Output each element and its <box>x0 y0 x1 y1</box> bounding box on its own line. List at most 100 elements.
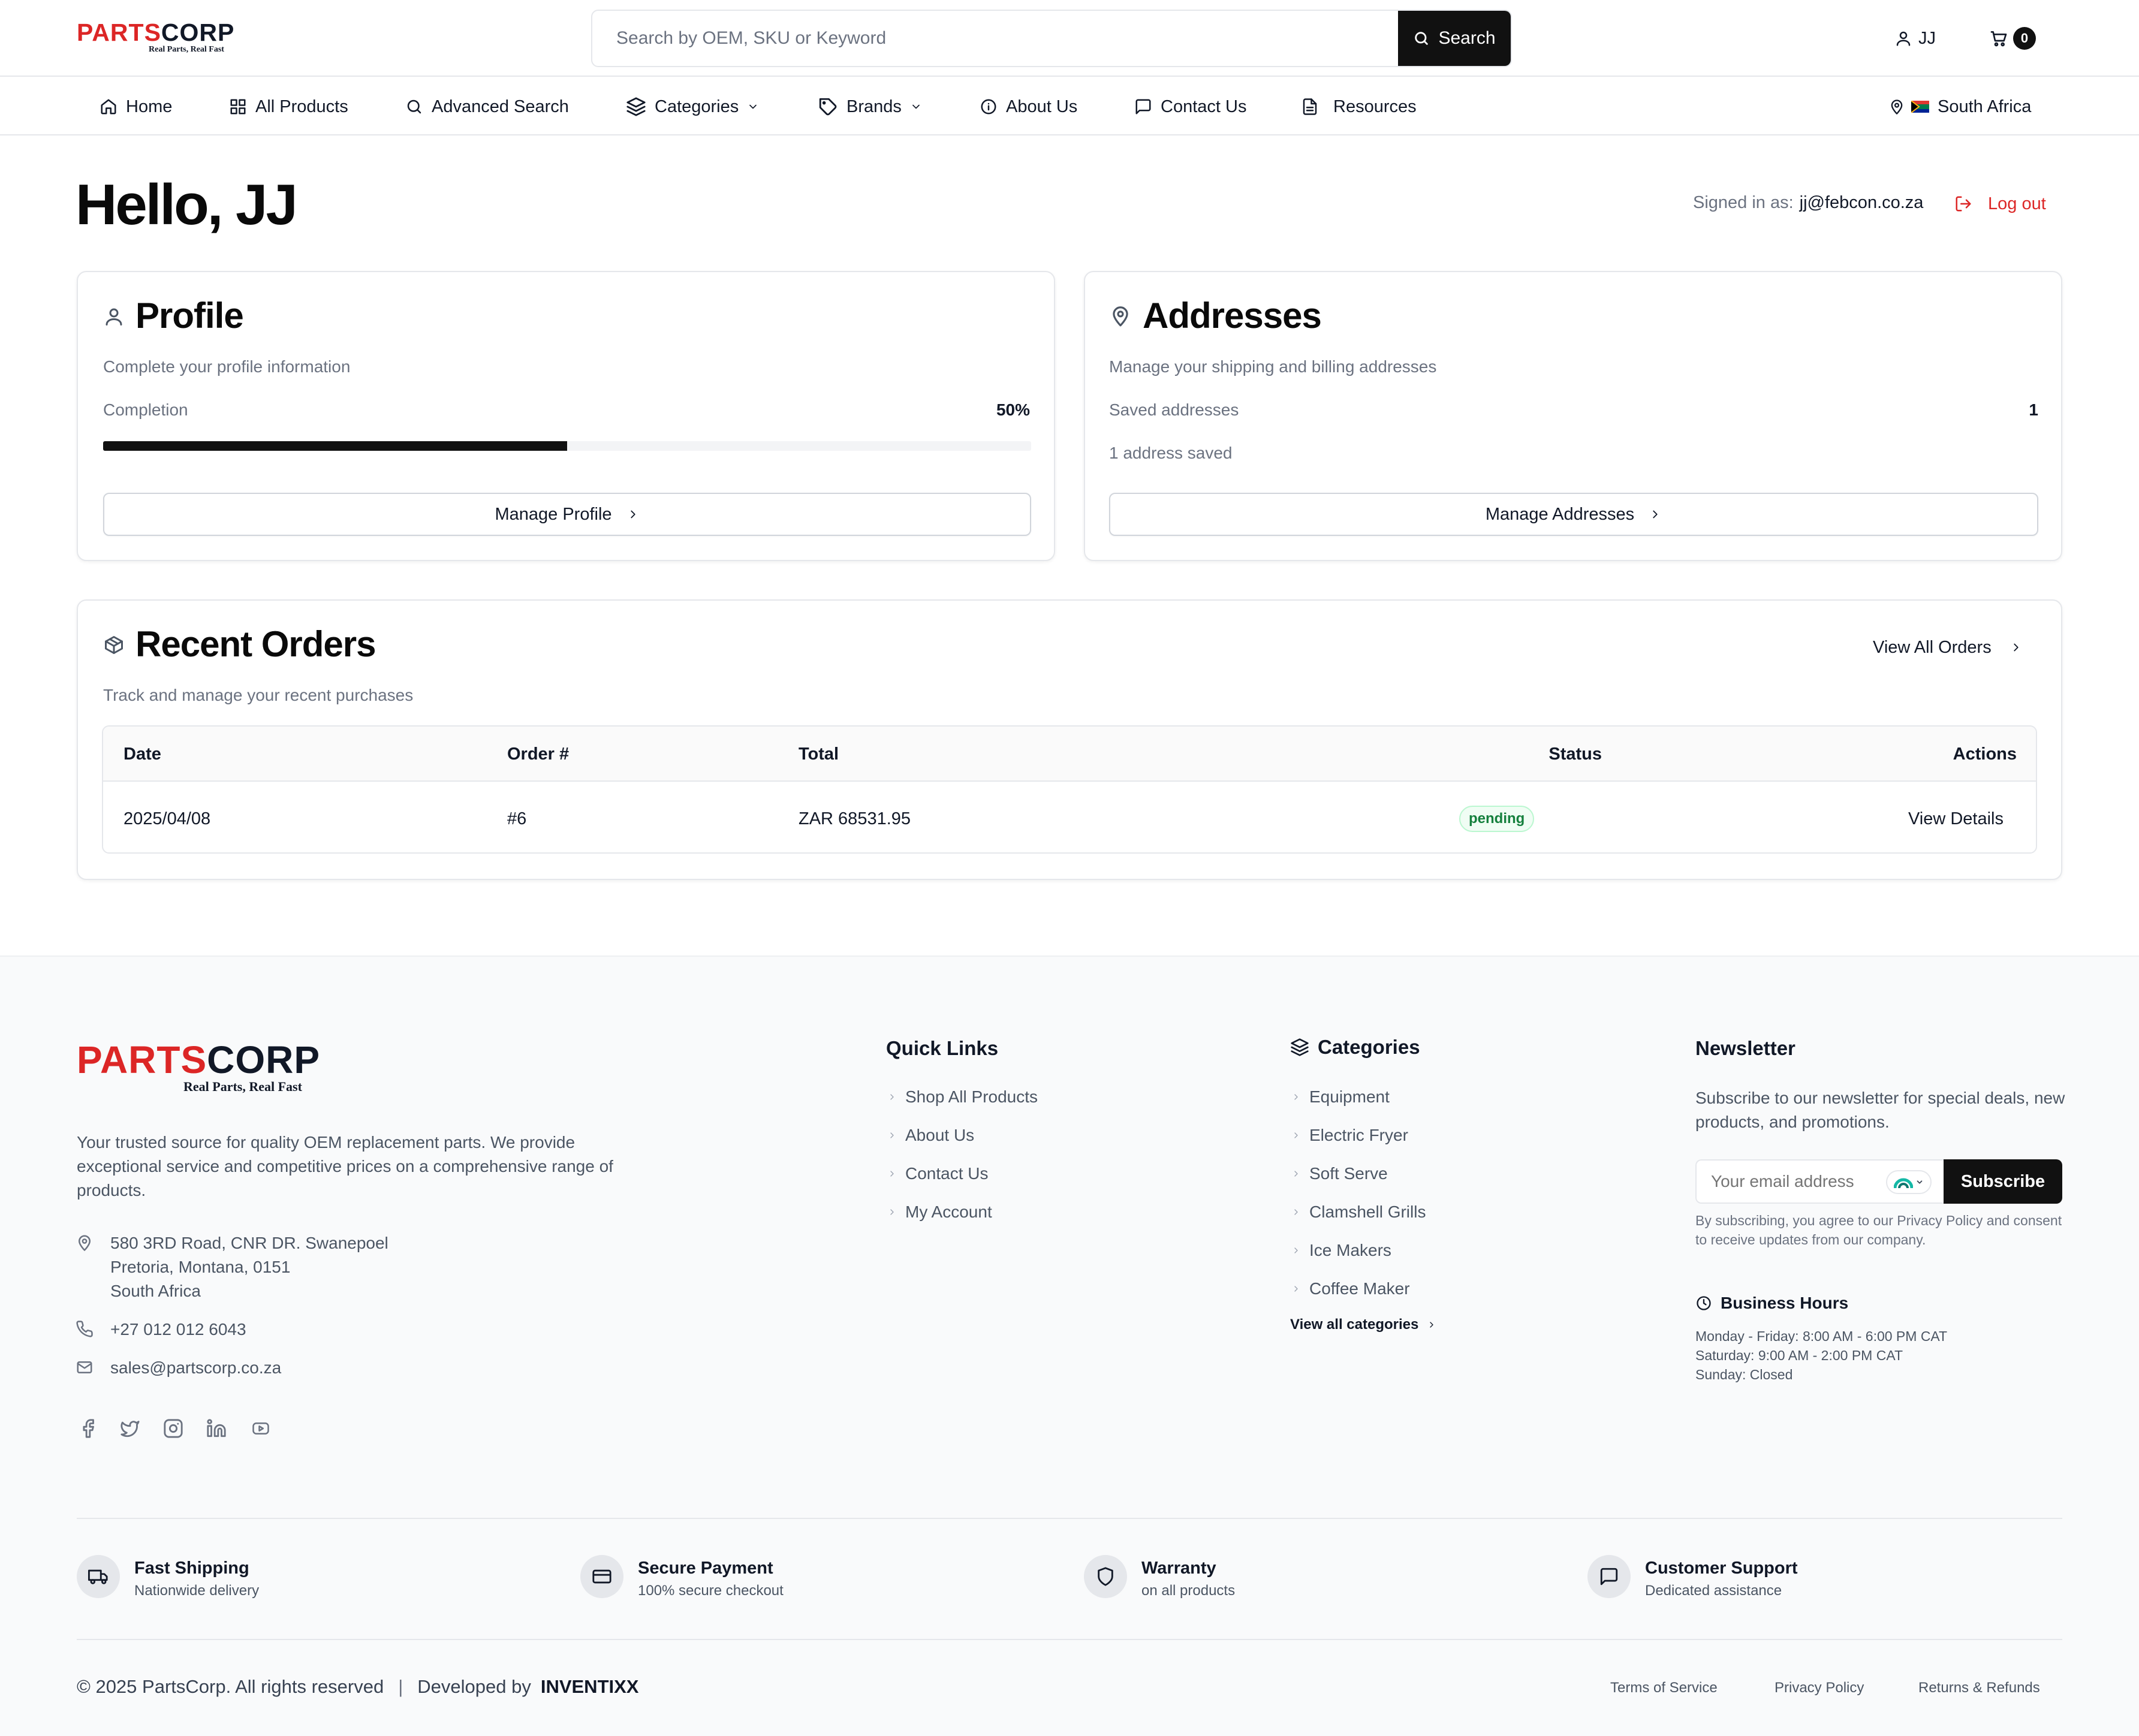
chevron-right-icon <box>1291 1092 1301 1102</box>
instagram-icon[interactable] <box>163 1418 183 1439</box>
nav-contact-us[interactable]: Contact Us <box>1134 78 1246 135</box>
feature-warranty-sub: on all products <box>1141 1583 1236 1599</box>
nav-contact-us-label: Contact Us <box>1161 97 1247 116</box>
footer-logo-tagline: Real Parts, Real Fast <box>183 1079 302 1094</box>
layers-icon <box>626 97 646 117</box>
map-pin-icon <box>1888 98 1905 115</box>
chevron-right-icon <box>1291 1169 1301 1179</box>
nav-brands[interactable]: Brands <box>818 78 922 135</box>
quick-links-heading: Quick Links <box>886 1037 999 1059</box>
order-total-cell: ZAR 68531.95 <box>799 809 911 828</box>
developer-name[interactable]: INVENTIXX <box>541 1676 639 1698</box>
logout-button[interactable]: Log out <box>1954 191 2046 217</box>
subscribe-button[interactable]: Subscribe <box>1944 1159 2062 1204</box>
grid-icon <box>229 98 247 116</box>
recent-orders-description: Track and manage your recent purchases <box>103 686 414 704</box>
newsletter-form: Subscribe <box>1695 1159 2062 1204</box>
search-input[interactable] <box>592 11 1400 66</box>
search-button[interactable]: Search <box>1398 11 1511 66</box>
chevron-right-icon <box>1649 508 1662 521</box>
footer-category-coffee-maker[interactable]: Coffee Maker <box>1291 1279 1410 1298</box>
newsletter-heading: Newsletter <box>1695 1037 1795 1059</box>
logo[interactable]: PARTSCORP Real Parts, Real Fast <box>77 19 234 56</box>
linkedin-icon[interactable] <box>206 1418 227 1439</box>
twitter-icon[interactable] <box>119 1418 141 1439</box>
footer-category-ice-makers[interactable]: Ice Makers <box>1291 1241 1391 1260</box>
layers-icon <box>1290 1038 1309 1057</box>
footer-divider <box>77 1518 2062 1519</box>
signed-in-email: jj@febcon.co.za <box>1799 193 1924 212</box>
view-details-link[interactable]: View Details <box>1908 783 2004 852</box>
business-hours-heading: Business Hours <box>1695 1294 1848 1313</box>
footer-link-contact-us[interactable]: Contact Us <box>887 1164 989 1183</box>
privacy-policy-link[interactable]: Privacy Policy <box>1775 1680 1864 1696</box>
footer-email[interactable]: sales@partscorp.co.za <box>110 1356 281 1380</box>
nav-about-us[interactable]: About Us <box>980 78 1077 135</box>
footer-link-about-us[interactable]: About Us <box>887 1126 974 1145</box>
column-header-actions: Actions <box>1953 744 2017 764</box>
column-header-total: Total <box>799 744 839 764</box>
nav-advanced-search[interactable]: Advanced Search <box>405 78 569 135</box>
chevron-right-icon <box>887 1131 897 1140</box>
order-date-cell: 2025/04/08 <box>123 809 211 828</box>
footer-category-label: Clamshell Grills <box>1309 1202 1426 1221</box>
chevron-right-icon <box>2010 641 2023 654</box>
region-selector[interactable]: South Africa <box>1888 78 2031 135</box>
footer-category-equipment[interactable]: Equipment <box>1291 1087 1390 1107</box>
saved-addresses-label: Saved addresses <box>1109 400 1239 419</box>
newsletter-email-input[interactable] <box>1697 1161 1876 1202</box>
nav-brands-label: Brands <box>846 97 902 116</box>
footer-category-clamshell-grills[interactable]: Clamshell Grills <box>1291 1202 1426 1222</box>
copyright-text: © 2025 PartsCorp. All rights reserved <box>77 1676 384 1697</box>
footer-category-soft-serve[interactable]: Soft Serve <box>1291 1164 1388 1183</box>
manage-addresses-button[interactable]: Manage Addresses <box>1109 493 2038 536</box>
youtube-icon[interactable] <box>249 1419 272 1437</box>
chevron-right-icon <box>887 1092 897 1102</box>
nav-categories[interactable]: Categories <box>626 78 759 135</box>
search-icon <box>405 98 423 116</box>
view-all-orders-link[interactable]: View All Orders <box>1873 634 2023 661</box>
addresses-card: Addresses Manage your shipping and billi… <box>1084 271 2062 561</box>
profile-card-title: Profile <box>135 296 244 336</box>
column-header-order: Order # <box>507 744 570 764</box>
feature-customer-support-sub: Dedicated assistance <box>1645 1583 1782 1599</box>
footer-link-my-account[interactable]: My Account <box>887 1202 992 1222</box>
footer-category-electric-fryer[interactable]: Electric Fryer <box>1291 1126 1408 1145</box>
account-button[interactable]: JJ <box>1894 26 1936 50</box>
logo-tagline: Real Parts, Real Fast <box>149 45 224 54</box>
feature-fast-shipping-title: Fast Shipping <box>134 1559 249 1578</box>
returns-refunds-link[interactable]: Returns & Refunds <box>1918 1680 2040 1696</box>
nav-resources[interactable]: Resources <box>1301 78 1417 135</box>
facebook-icon[interactable] <box>78 1418 98 1439</box>
logo-parts-text: PARTS <box>77 19 161 46</box>
footer-logo[interactable]: PARTSCORP Real Parts, Real Fast <box>77 1041 320 1095</box>
logout-label: Log out <box>1988 194 2046 213</box>
business-hours-sunday: Sunday: Closed <box>1695 1367 1793 1382</box>
nav-all-products[interactable]: All Products <box>229 78 348 135</box>
footer-bottom-divider <box>77 1639 2062 1640</box>
nav-home[interactable]: Home <box>100 78 172 135</box>
addresses-card-title: Addresses <box>1143 296 1322 336</box>
chevron-right-icon <box>626 508 640 521</box>
home-icon <box>100 98 118 116</box>
user-icon <box>103 306 125 327</box>
nav-home-label: Home <box>126 97 173 116</box>
chevron-right-icon <box>1291 1246 1301 1255</box>
terms-of-service-link[interactable]: Terms of Service <box>1610 1680 1718 1696</box>
cart-button[interactable]: 0 <box>1989 25 2036 52</box>
completion-progress-bar <box>103 441 1031 451</box>
south-africa-flag-icon <box>1911 101 1929 113</box>
newsletter-email-wrapper <box>1695 1159 1944 1204</box>
footer-link-label: Contact Us <box>905 1164 989 1183</box>
footer-link-shop-all-products[interactable]: Shop All Products <box>887 1087 1038 1107</box>
clock-icon <box>1695 1295 1712 1312</box>
footer-phone[interactable]: +27 012 012 6043 <box>110 1318 246 1342</box>
view-all-categories-link[interactable]: View all categories <box>1290 1316 1436 1333</box>
credit-card-icon <box>580 1555 623 1598</box>
manage-profile-button[interactable]: Manage Profile <box>103 493 1031 536</box>
search-icon <box>1413 30 1430 47</box>
autofill-extension-icon[interactable] <box>1886 1170 1932 1194</box>
order-number-cell: #6 <box>507 809 527 828</box>
column-header-status: Status <box>1548 744 1602 764</box>
logout-icon <box>1954 195 1972 213</box>
